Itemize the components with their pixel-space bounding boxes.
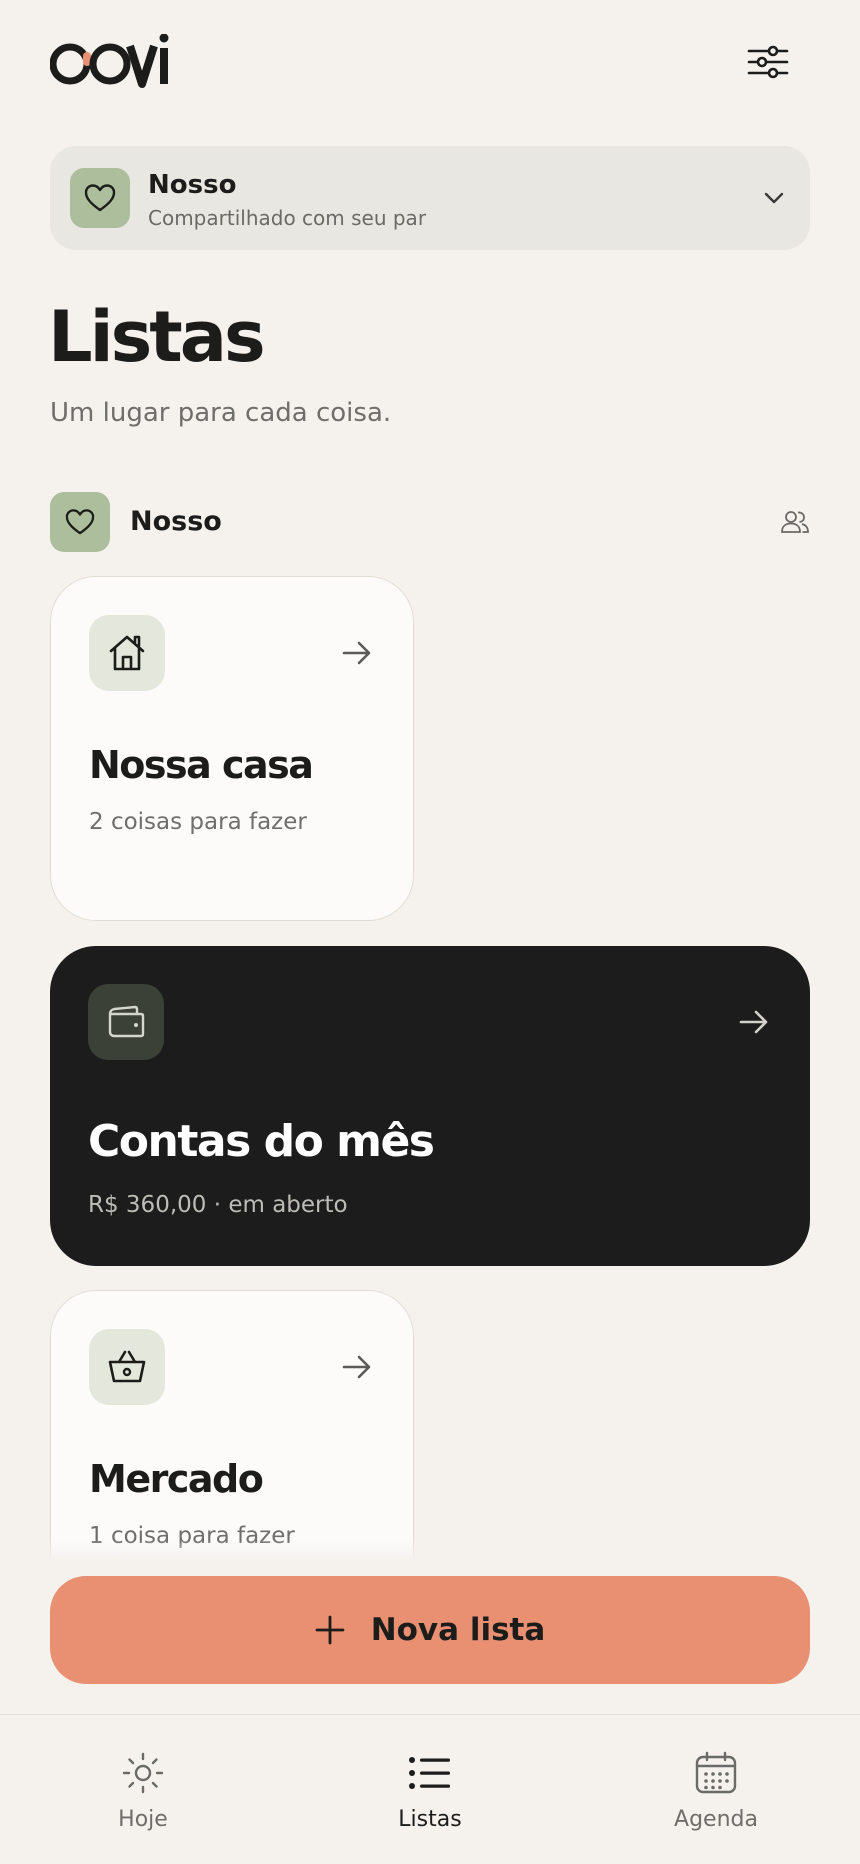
lists-screen: Nosso Compartilhado com seu par Listas U… <box>0 0 860 1864</box>
house-icon <box>109 635 145 671</box>
arrow-right-icon <box>739 1010 768 1034</box>
space-avatar <box>70 168 130 228</box>
list-card-nossa-casa[interactable]: Nossa casa 2 coisas para fazer <box>50 576 414 921</box>
space-selector[interactable]: Nosso Compartilhado com seu par <box>50 146 810 250</box>
chevron-down-icon <box>764 192 784 204</box>
page-title: Listas <box>48 296 266 378</box>
basket-icon <box>108 1350 146 1383</box>
list-card-icon-box <box>89 1329 165 1405</box>
list-card-icon-box <box>89 615 165 691</box>
arrow-right-icon <box>342 641 371 665</box>
list-card-title: Contas do mês <box>88 1116 435 1167</box>
nav-item-hoje[interactable]: Hoje <box>63 1751 223 1841</box>
new-list-label: Nova lista <box>370 1612 546 1648</box>
group-name: Nosso <box>130 506 222 537</box>
list-card-title: Nossa casa <box>89 743 314 787</box>
calendar-icon <box>695 1751 737 1794</box>
new-list-button[interactable]: Nova lista <box>50 1576 810 1684</box>
list-card-subtitle: 2 coisas para fazer <box>89 809 307 835</box>
nav-label: Listas <box>398 1807 462 1832</box>
list-card-icon-box <box>88 984 164 1060</box>
people-icon[interactable] <box>780 508 810 536</box>
nav-label: Agenda <box>674 1807 758 1832</box>
plus-icon <box>315 1615 345 1645</box>
header <box>50 34 810 90</box>
wallet-icon <box>108 1005 145 1038</box>
page-subtitle: Um lugar para cada coisa. <box>50 398 392 428</box>
nav-item-listas[interactable]: Listas <box>350 1751 510 1841</box>
scroll-fade <box>0 1540 860 1560</box>
group-avatar <box>50 492 110 552</box>
arrow-right-icon <box>342 1355 371 1379</box>
nav-item-agenda[interactable]: Agenda <box>636 1751 796 1841</box>
oovi-logo <box>50 34 169 88</box>
filter-settings-icon[interactable] <box>746 42 790 82</box>
heart-icon <box>84 184 116 212</box>
heart-icon <box>65 509 95 535</box>
list-icon <box>409 1757 450 1789</box>
list-card-subtitle: R$ 360,00 · em aberto <box>88 1192 348 1218</box>
space-subtitle: Compartilhado com seu par <box>148 206 427 230</box>
nav-label: Hoje <box>118 1807 168 1832</box>
space-name: Nosso <box>148 170 237 200</box>
list-card-contas-do-mes[interactable]: Contas do mês R$ 360,00 · em aberto <box>50 946 810 1266</box>
bottom-nav: Hoje Listas Agenda <box>0 1714 860 1864</box>
group-header: Nosso <box>50 492 810 552</box>
sun-icon <box>122 1752 164 1794</box>
list-card-title: Mercado <box>89 1457 264 1501</box>
